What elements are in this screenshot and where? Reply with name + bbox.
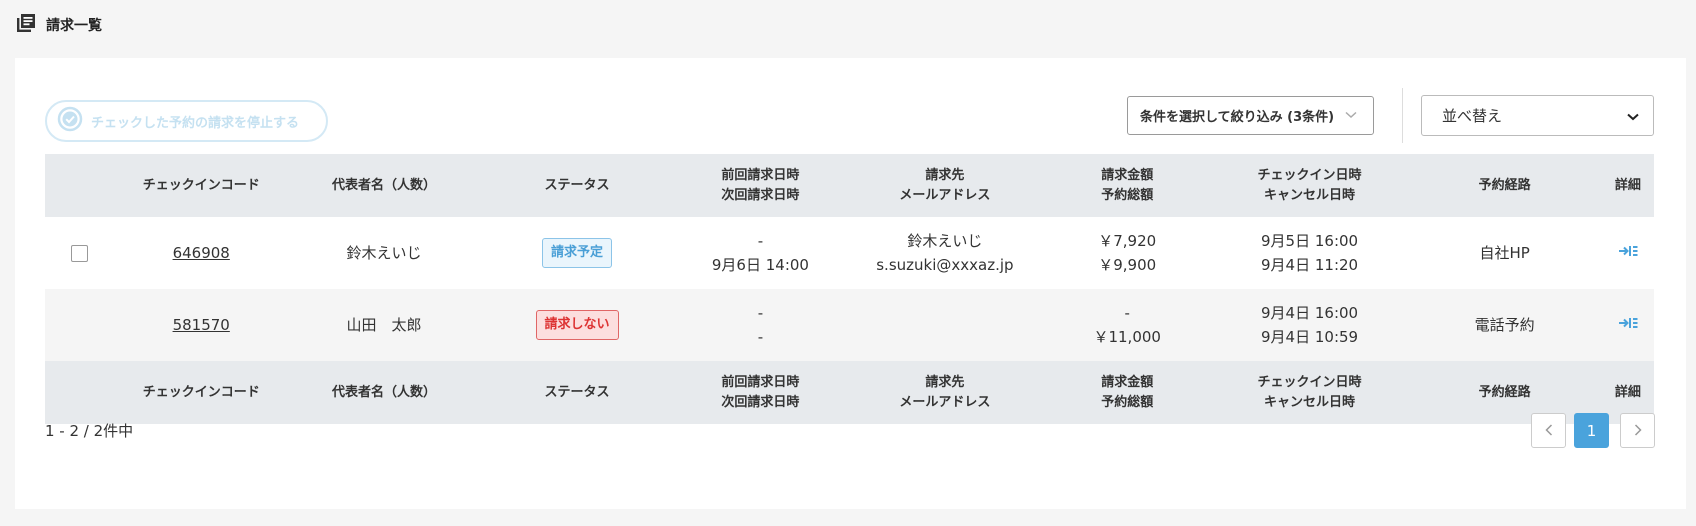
code-cell: 646908	[114, 217, 289, 289]
route-cell: 電話予約	[1407, 289, 1602, 361]
table-footer-row: チェックインコード 代表者名（人数） ステータス 前回請求日時 次回請求日時 請求…	[45, 361, 1654, 424]
chevron-left-icon	[1544, 421, 1553, 440]
billing-list-card: チェックした予約の請求を停止する 条件を選択して絞り込み (3条件) 並べ替え …	[15, 58, 1686, 509]
header-rep: 代表者名（人数）	[288, 154, 481, 217]
billto-cell: 鈴木えいじ s.suzuki@xxxaz.jp	[846, 217, 1043, 289]
footer-route: 予約経路	[1407, 361, 1602, 424]
status-badge: 請求予定	[542, 238, 613, 268]
table-row: 581570 山田 太郎 請求しない -- - ￥11,000 9月4日 16:0…	[45, 289, 1654, 361]
header-route: 予約経路	[1407, 154, 1602, 217]
footer-checkin: チェックイン日時 キャンセル日時	[1211, 361, 1408, 424]
table-row: 646908 鈴木えいじ 請求予定 -9月6日 14:00 鈴木えいじ s.suz…	[45, 217, 1654, 289]
billing-table: チェックインコード 代表者名（人数） ステータス 前回請求日時 次回請求日時 請求…	[45, 154, 1654, 424]
row-checkbox-cell	[45, 217, 115, 289]
toolbar-divider	[1402, 88, 1403, 143]
header-status: ステータス	[480, 154, 675, 217]
chevron-down-icon	[1345, 108, 1357, 123]
list-icon	[16, 13, 36, 37]
next-page-button[interactable]	[1620, 413, 1655, 448]
status-cell: 請求予定	[480, 217, 675, 289]
footer-status: ステータス	[480, 361, 675, 424]
amount-cell: ￥7,920 ￥9,900	[1042, 217, 1212, 289]
row-checkbox-cell	[45, 289, 115, 361]
page-header: 請求一覧	[16, 14, 102, 36]
check-circle-icon	[57, 106, 83, 136]
detail-cell	[1601, 217, 1654, 289]
header-checkin: チェックイン日時 キャンセル日時	[1211, 154, 1408, 217]
checkin-cell: 9月4日 16:00 9月4日 10:59	[1211, 289, 1408, 361]
stop-billing-label: チェックした予約の請求を停止する	[91, 115, 300, 131]
footer-checkbox-cell	[45, 361, 115, 424]
stop-billing-button[interactable]: チェックした予約の請求を停止する	[45, 100, 328, 142]
page-button-current[interactable]: 1	[1574, 413, 1609, 448]
sort-select-label: 並べ替え	[1442, 107, 1503, 125]
table-header-row: チェックインコード 代表者名（人数） ステータス 前回請求日時 次回請求日時 請求…	[45, 154, 1654, 217]
header-dates: 前回請求日時 次回請求日時	[674, 154, 847, 217]
rep-cell: 山田 太郎	[288, 289, 481, 361]
header-checkbox-cell	[45, 154, 115, 217]
footer-rep: 代表者名（人数）	[288, 361, 481, 424]
sort-select[interactable]: 並べ替え	[1421, 95, 1654, 136]
open-detail-icon[interactable]	[1618, 313, 1638, 337]
footer-billto: 請求先 メールアドレス	[846, 361, 1043, 424]
header-billto: 請求先 メールアドレス	[846, 154, 1043, 217]
status-cell: 請求しない	[480, 289, 675, 361]
footer-code: チェックインコード	[114, 361, 289, 424]
status-badge: 請求しない	[535, 310, 619, 340]
page-title: 請求一覧	[46, 18, 102, 34]
amount-cell: - ￥11,000	[1042, 289, 1212, 361]
checkin-code-link[interactable]: 581570	[173, 316, 230, 334]
row-checkbox[interactable]	[71, 245, 89, 262]
filter-select[interactable]: 条件を選択して絞り込み (3条件)	[1127, 96, 1374, 135]
checkin-code-link[interactable]: 646908	[173, 244, 230, 262]
footer-amount: 請求金額 予約総額	[1042, 361, 1212, 424]
detail-cell	[1601, 289, 1654, 361]
header-code: チェックインコード	[114, 154, 289, 217]
checkin-cell: 9月5日 16:00 9月4日 11:20	[1211, 217, 1408, 289]
filter-select-label: 条件を選択して絞り込み (3条件)	[1140, 110, 1335, 125]
rep-cell: 鈴木えいじ	[288, 217, 481, 289]
footer-dates: 前回請求日時 次回請求日時	[674, 361, 847, 424]
code-cell: 581570	[114, 289, 289, 361]
route-cell: 自社HP	[1407, 217, 1602, 289]
chevron-down-icon	[1627, 107, 1639, 125]
header-amount: 請求金額 予約総額	[1042, 154, 1212, 217]
dates-cell: -9月6日 14:00	[674, 217, 847, 289]
header-detail: 詳細	[1601, 154, 1654, 217]
billto-cell	[846, 289, 1043, 361]
pagination-info: 1 - 2 / 2件中	[45, 422, 134, 440]
dates-cell: --	[674, 289, 847, 361]
open-detail-icon[interactable]	[1618, 241, 1638, 265]
prev-page-button[interactable]	[1531, 413, 1566, 448]
chevron-right-icon	[1634, 421, 1642, 440]
